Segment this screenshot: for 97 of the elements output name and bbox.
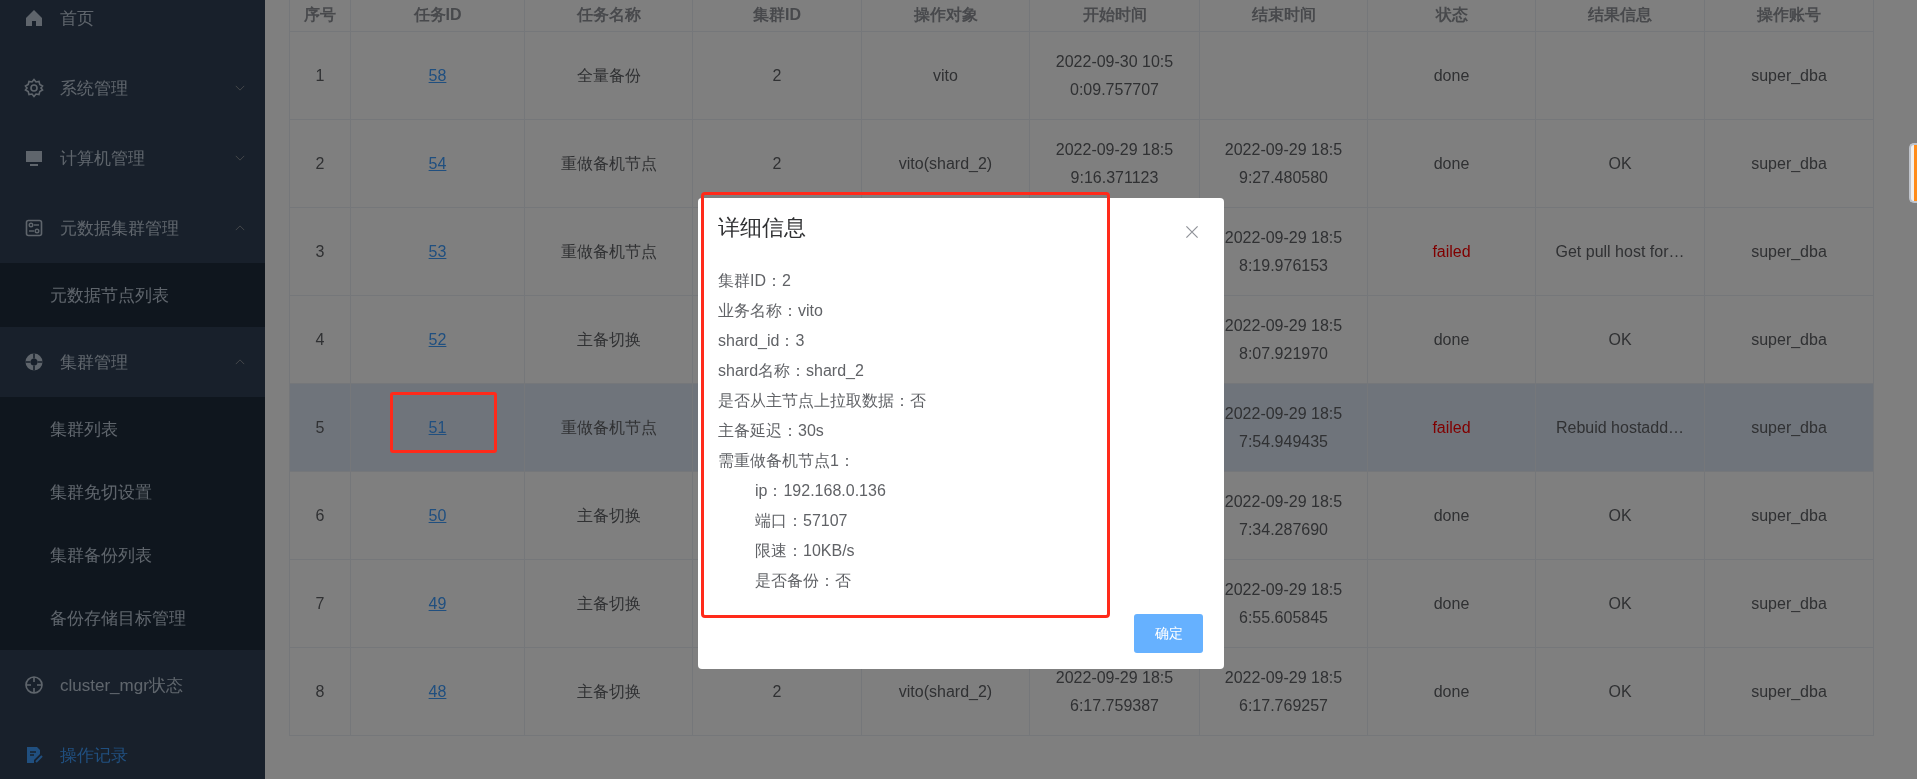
- task-id-link[interactable]: 48: [428, 682, 447, 700]
- table-cell: 重做备机节点: [560, 154, 657, 172]
- table-cell: 2: [772, 66, 782, 84]
- table-cell: 主备切换: [576, 682, 641, 700]
- detail-line: 端口：57107: [754, 511, 849, 531]
- table-cell: super_dba: [1751, 594, 1827, 612]
- task-id-link[interactable]: 54: [428, 154, 447, 172]
- table-cell: 2022-09-29 18:56:17.769257: [1224, 668, 1343, 714]
- table-cell: super_dba: [1751, 682, 1827, 700]
- table-cell: 重做备机节点: [560, 242, 657, 260]
- detail-line: 是否备份：否: [754, 571, 852, 591]
- dialog-title: 详细信息: [718, 214, 806, 242]
- side-handle[interactable]: [1909, 143, 1917, 203]
- table-cell: super_dba: [1751, 242, 1827, 260]
- task-id-link[interactable]: 53: [428, 242, 447, 260]
- close-icon: [1184, 224, 1200, 240]
- table-cell: vito(shard_2): [898, 682, 993, 700]
- table-cell: super_dba: [1751, 418, 1827, 436]
- home-icon: [24, 8, 44, 28]
- crosshair-icon: [24, 675, 44, 695]
- table-cell: OK: [1608, 506, 1632, 524]
- table-cell: 全量备份: [576, 66, 641, 84]
- table-cell: super_dba: [1751, 154, 1827, 172]
- table-cell: 重做备机节点: [560, 418, 657, 436]
- table-cell: 2022-09-29 18:59:16.371123: [1055, 140, 1174, 186]
- table-cell: 2022-09-29 18:57:34.287690: [1224, 492, 1343, 538]
- table-cell: vito: [933, 66, 958, 84]
- detail-line: 集群ID：2: [718, 271, 792, 291]
- table-cell: 6: [315, 506, 325, 524]
- table-cell: 主备切换: [576, 506, 641, 524]
- submenu-item[interactable]: 集群免切设置: [0, 461, 265, 524]
- table-cell: 7: [315, 594, 325, 612]
- table-cell: super_dba: [1751, 66, 1827, 84]
- table-cell: 主备切换: [576, 330, 641, 348]
- task-id-link[interactable]: 52: [428, 330, 447, 348]
- menu-item[interactable]: 系统管理: [0, 53, 265, 123]
- table-cell: 4: [315, 330, 325, 348]
- table-cell: OK: [1608, 682, 1632, 700]
- table-cell: vito(shard_2): [898, 154, 993, 172]
- submenu-item[interactable]: 集群列表: [0, 397, 265, 461]
- status-text: failed: [1432, 418, 1471, 436]
- settings-icon: [24, 78, 44, 98]
- confirm-button[interactable]: 确定: [1134, 614, 1203, 653]
- menu-item[interactable]: 集群管理: [0, 327, 265, 397]
- table-cell: 2: [315, 154, 325, 172]
- table-cell: super_dba: [1751, 330, 1827, 348]
- detail-line: 需重做备机节点1：: [718, 451, 856, 471]
- status-text: done: [1433, 154, 1470, 172]
- submenu-item[interactable]: 元数据节点列表: [0, 263, 265, 327]
- detail-line: 是否从主节点上拉取数据：否: [718, 391, 927, 411]
- table-cell: 2022-09-29 18:58:19.976153: [1224, 228, 1343, 274]
- detail-line: 限速：10KB/s: [754, 541, 856, 561]
- table-cell: 8: [315, 682, 325, 700]
- status-text: failed: [1432, 242, 1471, 260]
- status-text: done: [1433, 506, 1470, 524]
- task-id-link[interactable]: 58: [428, 66, 447, 84]
- table-cell: 2: [772, 682, 782, 700]
- menu-item[interactable]: 元数据集群管理: [0, 193, 265, 263]
- table-cell: 2: [772, 154, 782, 172]
- table-cell: super_dba: [1751, 506, 1827, 524]
- submenu-item[interactable]: 集群备份列表: [0, 524, 265, 587]
- status-text: done: [1433, 66, 1470, 84]
- submenu-item[interactable]: 备份存储目标管理: [0, 587, 265, 650]
- menu-item[interactable]: cluster_mgr状态: [0, 650, 265, 720]
- monitor-icon: [24, 148, 44, 168]
- task-id-link[interactable]: 50: [428, 506, 447, 524]
- table-cell: 3: [315, 242, 325, 260]
- detail-line: shard_id：3: [718, 331, 806, 351]
- table-cell: 2022-09-29 18:56:55.605845: [1224, 580, 1343, 626]
- table-cell: 2022-09-29 18:56:17.759387: [1055, 668, 1174, 714]
- lifebuoy-icon: [24, 352, 44, 372]
- table-cell: 5: [315, 418, 325, 436]
- status-text: done: [1433, 594, 1470, 612]
- table-cell: OK: [1608, 154, 1632, 172]
- table-cell: OK: [1608, 330, 1632, 348]
- table-cell: 主备切换: [576, 594, 641, 612]
- detail-line: 业务名称：vito: [718, 301, 824, 321]
- table-cell: 2022-09-29 18:58:07.921970: [1224, 316, 1343, 362]
- menu-item[interactable]: 首页: [0, 0, 265, 53]
- detail-line: shard名称：shard_2: [718, 361, 865, 381]
- table-cell: 2022-09-29 18:59:27.480580: [1224, 140, 1343, 186]
- document-edit-icon: [24, 745, 44, 765]
- detail-line: 主备延迟：30s: [718, 421, 825, 441]
- menu-item[interactable]: 操作记录: [0, 720, 265, 779]
- table-cell: Get pull host for…: [1555, 242, 1685, 260]
- table-cell: OK: [1608, 594, 1632, 612]
- detail-line: ip：192.168.0.136: [754, 481, 887, 501]
- slider-panel-icon: [24, 218, 44, 238]
- status-text: done: [1433, 330, 1470, 348]
- table-cell: 1: [315, 66, 325, 84]
- menu-item[interactable]: 计算机管理: [0, 123, 265, 193]
- table-cell: 2022-09-30 10:50:09.757707: [1055, 52, 1174, 98]
- table-cell: 2022-09-29 18:57:54.949435: [1224, 404, 1343, 450]
- table-cell: Rebuid hostadd…: [1555, 418, 1685, 436]
- status-text: done: [1433, 682, 1470, 700]
- task-id-link[interactable]: 49: [428, 594, 447, 612]
- task-id-link[interactable]: 51: [428, 418, 447, 436]
